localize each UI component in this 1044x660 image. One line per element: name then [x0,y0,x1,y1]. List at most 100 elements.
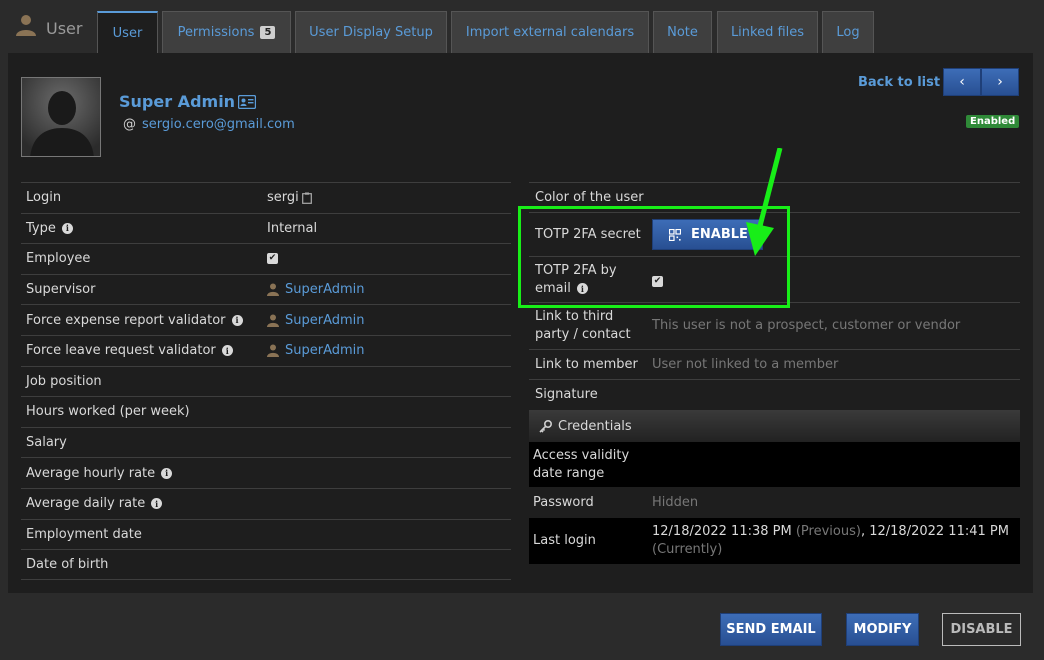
qr-code-icon [669,228,681,241]
field-label: Login [26,190,62,206]
field-label: Job position [26,373,102,389]
field-label: Force expense report validator [26,312,226,328]
vcard-icon[interactable] [238,95,256,109]
leave-validator-link[interactable]: SuperAdmin [285,343,365,358]
field-row-employee: Employee ✔ [21,243,511,274]
totp-email-checkbox[interactable]: ✔ [652,275,663,287]
info-icon: i [161,467,173,479]
info-icon: i [221,345,233,357]
tab-linked-files[interactable]: Linked files [717,11,818,53]
employee-checkbox: ✔ [267,253,278,265]
tab-label: Note [667,25,698,40]
tab-permissions[interactable]: Permissions 5 [162,11,291,53]
permissions-count-badge: 5 [260,26,276,39]
tab-label: Log [836,25,860,40]
tab-label: User Display Setup [309,25,433,40]
user-icon [267,314,279,327]
previous-login-tag: (Previous) [795,524,861,539]
clipboard-icon[interactable] [301,192,312,204]
field-row-avg-daily-rate: Average daily rate i [21,487,511,519]
current-login-time: 12/18/2022 11:41 PM [869,524,1009,539]
field-label: Date of birth [26,556,109,572]
info-icon: i [231,314,243,326]
field-label: Signature [535,387,598,402]
field-row-expense-validator: Force expense report validator i SuperAdm… [21,304,511,335]
field-row-signature: Signature [529,379,1020,410]
member-value: User not linked to a member [652,356,839,372]
field-label: Hours worked (per week) [26,404,190,420]
modify-button[interactable]: MODIFY [846,613,919,646]
expense-validator-link[interactable]: SuperAdmin [285,313,365,328]
type-value: Internal [267,220,318,236]
field-label: Force leave request validator [26,343,216,359]
field-label: Employee [26,251,91,267]
field-row-avg-hourly-rate: Average hourly rate i [21,457,511,488]
current-login-tag: (Currently) [652,542,723,557]
supervisor-link[interactable]: SuperAdmin [285,282,365,297]
user-icon [267,283,279,297]
info-icon: i [61,222,73,234]
default-avatar-icon [22,78,100,156]
tab-label: User [112,25,143,41]
field-label: TOTP 2FA by [535,262,617,278]
chevron-right-icon: › [997,74,1003,90]
login-value: sergi [267,190,299,206]
at-icon: @ [123,117,136,132]
previous-record-button[interactable]: ‹ [943,68,981,96]
field-label: Supervisor [26,282,96,298]
third-party-value: This user is not a prospect, customer or… [652,318,961,333]
info-icon: i [576,283,588,294]
chevron-left-icon: ‹ [959,74,965,90]
field-row-last-login: Last login 12/18/2022 11:38 PM (Previous… [529,518,1020,564]
field-row-leave-validator: Force leave request validator i SuperAdmi… [21,334,511,366]
field-label: Access validity [533,447,630,463]
user-details-table: Login sergi Type i Internal Employee ✔ Su… [21,182,511,580]
field-label: Salary [26,435,67,451]
password-value: Hidden [652,494,699,510]
field-label: Type [26,220,56,236]
field-row-employment-date: Employment date [21,518,511,550]
field-label: party / contact [535,327,631,342]
field-row-hours-worked: Hours worked (per week) [21,396,511,427]
email-link[interactable]: sergio.cero@gmail.com [142,117,295,132]
key-icon [539,419,552,433]
page-label: User [46,19,83,38]
tab-note[interactable]: Note [653,11,712,53]
login-separator: , [860,524,866,539]
field-row-access-validity: Access validity date range [529,442,1020,487]
field-row-supervisor: Supervisor SuperAdmin [21,273,511,305]
tabs-bar: User User Permissions 5 User Display Set… [0,0,1044,53]
field-row-password: Password Hidden [529,487,1020,518]
field-row-date-of-birth: Date of birth [21,549,511,580]
field-label: email [535,280,571,296]
field-label: Link to member [535,356,638,372]
avatar [21,77,101,157]
user-fullname: Super Admin [119,92,236,111]
field-row-type: Type i Internal [21,212,511,244]
field-row-salary: Salary [21,426,511,458]
tab-log[interactable]: Log [822,11,874,53]
send-email-button[interactable]: SEND EMAIL [720,613,822,646]
field-row-login: Login sergi [21,182,511,213]
tab-label: Permissions [177,25,255,40]
previous-login-time: 12/18/2022 11:38 PM [652,524,792,539]
user-card-panel: Super Admin @ sergio.cero@gmail.com Back… [8,53,1033,593]
field-label: Employment date [26,526,142,542]
field-label: Average hourly rate [26,465,156,481]
tab-user-display-setup[interactable]: User Display Setup [295,11,447,53]
tab-label: Import external calendars [465,25,635,40]
next-record-button[interactable]: › [981,68,1019,96]
field-row-member: Link to member User not linked to a memb… [529,349,1020,379]
disable-button[interactable]: DISABLE [942,613,1021,646]
tab-import-external-calendars[interactable]: Import external calendars [451,11,649,53]
field-label: Average daily rate [26,496,146,512]
field-label: TOTP 2FA secret [535,226,641,242]
tab-user[interactable]: User [97,11,158,53]
back-to-list-link[interactable]: Back to list [858,75,940,90]
field-row-job-position: Job position [21,365,511,397]
user-icon [267,344,279,358]
credentials-section-header: Credentials [529,410,1020,442]
annotation-arrow-icon [746,148,783,256]
field-row-third-party: Link to third party / contact This user … [529,302,1020,349]
field-label: Password [533,494,594,510]
